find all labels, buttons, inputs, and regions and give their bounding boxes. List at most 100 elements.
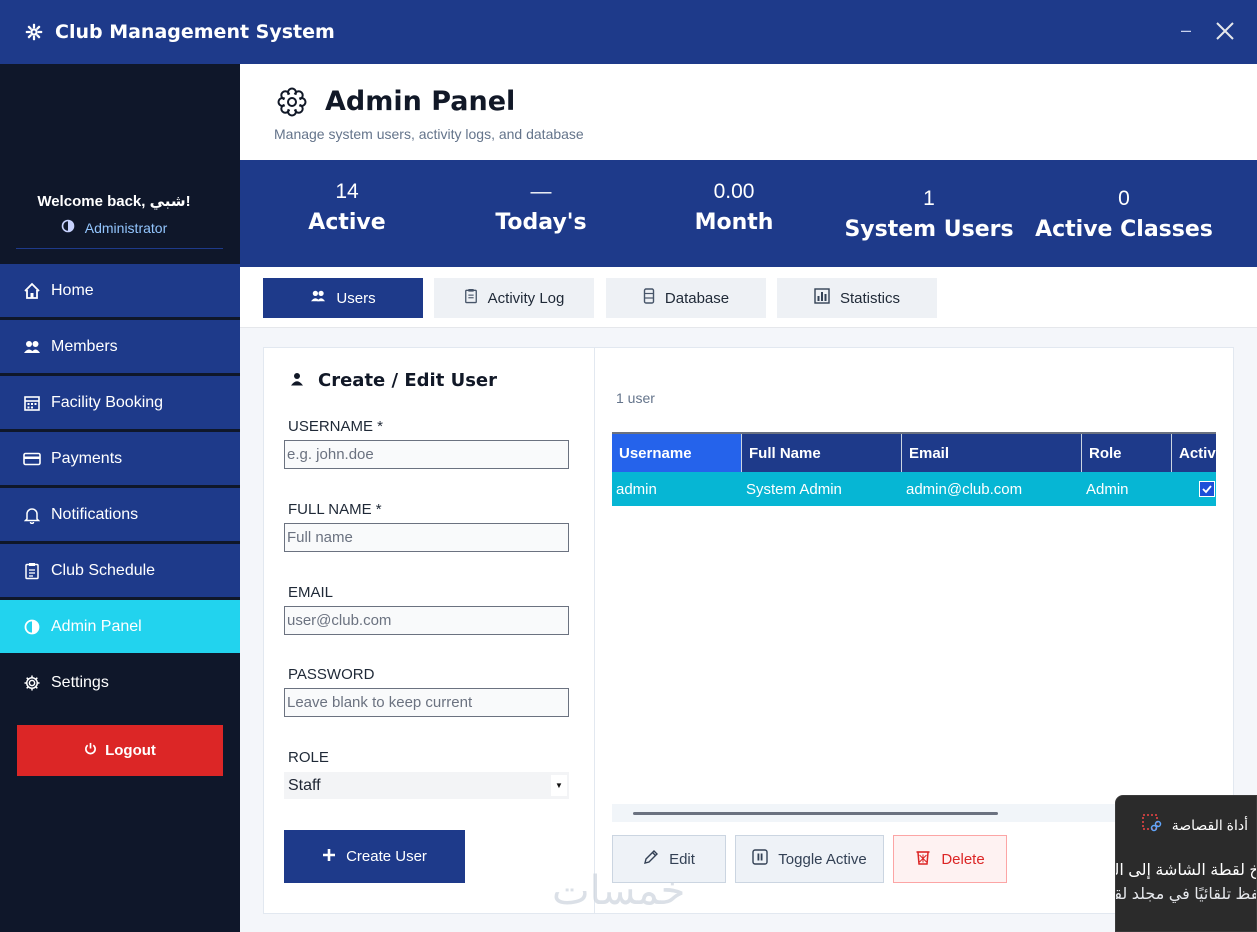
title-bar: Club Management System – bbox=[0, 0, 1257, 64]
stat-value: 0.00 bbox=[713, 180, 755, 203]
column-header[interactable]: Email bbox=[902, 434, 1082, 472]
form-title: Create / Edit User bbox=[290, 370, 497, 391]
clipboard-icon bbox=[464, 288, 478, 308]
sidebar-item-label: Facility Booking bbox=[51, 393, 164, 411]
gear-icon bbox=[276, 86, 308, 118]
stat-card: 1 System Users bbox=[834, 187, 1024, 242]
notification-body: تم نسخ لقطة الشاشة إلى الحافظة. bbox=[1115, 862, 1256, 879]
stat-label: Today's bbox=[495, 210, 587, 235]
welcome-text: Welcome back, شبي! bbox=[37, 193, 191, 210]
sidebar-item-notifications[interactable]: Notifications bbox=[0, 488, 240, 541]
tab-label: Statistics bbox=[839, 289, 900, 307]
logout-label: Logout bbox=[105, 742, 156, 759]
stat-label: System Users bbox=[844, 217, 1014, 242]
chevron-down-icon[interactable]: ▼ bbox=[551, 775, 567, 796]
stat-card: 0.00 Month bbox=[639, 180, 829, 235]
divider bbox=[16, 248, 223, 249]
column-header[interactable]: Role bbox=[1082, 434, 1172, 472]
stat-card: 14 Active bbox=[252, 180, 442, 235]
sidebar-item-club-schedule[interactable]: Club Schedule bbox=[0, 544, 240, 597]
divider bbox=[594, 347, 595, 914]
gear-icon bbox=[22, 673, 42, 693]
sidebar-item-label: Club Schedule bbox=[51, 561, 156, 579]
sidebar-item-label: Home bbox=[51, 281, 94, 299]
create-user-label: Create User bbox=[346, 848, 427, 865]
page-title: Admin Panel bbox=[325, 86, 516, 117]
gear-icon bbox=[24, 22, 44, 42]
tab-database[interactable]: Database bbox=[606, 278, 766, 318]
stat-label: Active Classes bbox=[1035, 217, 1213, 242]
cell-full-name: System Admin bbox=[746, 480, 842, 498]
scissors-icon bbox=[1141, 814, 1162, 837]
notification-title-text: أداة القصاصة bbox=[1171, 817, 1248, 833]
check-icon bbox=[1202, 485, 1212, 494]
column-header[interactable]: Full Name bbox=[742, 434, 902, 472]
username-input[interactable] bbox=[284, 440, 569, 469]
bar-chart-icon bbox=[814, 288, 830, 308]
stat-label: Active bbox=[308, 210, 386, 235]
minimize-button[interactable]: – bbox=[1176, 20, 1196, 44]
stat-card: 0 Active Classes bbox=[1029, 187, 1219, 242]
form-title-text: Create / Edit User bbox=[318, 370, 497, 391]
fullname-input[interactable] bbox=[284, 523, 569, 552]
table-row[interactable]: admin System Admin admin@club.com Admin bbox=[612, 472, 1216, 506]
watermark: خمسات bbox=[552, 868, 686, 914]
toggle-active-button[interactable]: Toggle Active bbox=[735, 835, 884, 883]
sidebar-item-payments[interactable]: Payments bbox=[0, 432, 240, 485]
users-icon bbox=[22, 337, 42, 357]
database-icon bbox=[643, 288, 655, 308]
plus-icon bbox=[322, 848, 336, 866]
password-input[interactable] bbox=[284, 688, 569, 717]
role-select[interactable]: Staff ▼ bbox=[284, 772, 569, 799]
column-header[interactable]: Username bbox=[612, 434, 742, 472]
credit-card-icon bbox=[22, 449, 42, 469]
password-label: PASSWORD bbox=[288, 666, 375, 683]
close-button[interactable] bbox=[1214, 20, 1238, 44]
sidebar-item-members[interactable]: Members bbox=[0, 320, 240, 373]
delete-button[interactable]: Delete bbox=[893, 835, 1007, 883]
shield-icon bbox=[22, 617, 42, 637]
sidebar-item-settings[interactable]: Settings bbox=[0, 656, 240, 709]
sidebar-item-label: Settings bbox=[51, 673, 109, 691]
sidebar-item-admin-panel[interactable]: Admin Panel bbox=[0, 600, 240, 653]
stat-value: 0 bbox=[1118, 187, 1130, 210]
active-checkbox[interactable] bbox=[1199, 481, 1215, 497]
notification-title: أداة القصاصة bbox=[1141, 814, 1248, 837]
stats-bar: 14 Active — Today's 0.00 Month 1 System … bbox=[240, 160, 1257, 267]
fullname-label: FULL NAME * bbox=[288, 501, 382, 518]
role-select-value: Staff bbox=[288, 776, 321, 794]
create-user-button[interactable]: Create User bbox=[284, 830, 465, 883]
tab-activity-log[interactable]: Activity Log bbox=[434, 278, 594, 318]
toggle-active-label: Toggle Active bbox=[778, 850, 867, 868]
sidebar-item-label: Admin Panel bbox=[51, 617, 142, 635]
pencil-icon bbox=[643, 849, 659, 869]
edit-label: Edit bbox=[669, 850, 695, 868]
page-subtitle: Manage system users, activity logs, and … bbox=[274, 126, 584, 142]
user-count: 1 user bbox=[616, 390, 655, 406]
tab-users[interactable]: Users bbox=[263, 278, 423, 318]
notification-toast[interactable]: أداة القصاصة تم نسخ لقطة الشاشة إلى الحا… bbox=[1115, 795, 1257, 932]
trash-icon bbox=[915, 849, 931, 869]
delete-label: Delete bbox=[941, 850, 985, 868]
users-table[interactable]: Username Full Name Email Role Active adm… bbox=[612, 432, 1216, 508]
sidebar-item-facility-booking[interactable]: Facility Booking bbox=[0, 376, 240, 429]
stat-card: — Today's bbox=[446, 180, 636, 235]
pause-icon bbox=[752, 849, 768, 869]
tab-statistics[interactable]: Statistics bbox=[777, 278, 937, 318]
tab-label: Users bbox=[336, 289, 376, 307]
sidebar-item-home[interactable]: Home bbox=[0, 264, 240, 317]
tab-label: Database bbox=[664, 289, 730, 307]
scrollbar-thumb[interactable] bbox=[633, 812, 998, 815]
table-header: Username Full Name Email Role Active bbox=[612, 432, 1216, 472]
email-label: EMAIL bbox=[288, 584, 334, 601]
email-input[interactable] bbox=[284, 606, 569, 635]
tab-bar: Users Activity Log Database Statistics bbox=[240, 267, 1257, 328]
clipboard-icon bbox=[22, 561, 42, 581]
tab-label: Activity Log bbox=[487, 289, 565, 307]
column-header[interactable]: Active bbox=[1172, 434, 1216, 472]
close-icon bbox=[1216, 22, 1234, 40]
calendar-icon bbox=[22, 393, 42, 413]
users-icon bbox=[310, 289, 326, 307]
notification-body: تم الحفظ تلقائيًا في مجلد لقطات الشاشة. bbox=[1115, 886, 1257, 903]
logout-button[interactable]: Logout bbox=[17, 725, 223, 776]
